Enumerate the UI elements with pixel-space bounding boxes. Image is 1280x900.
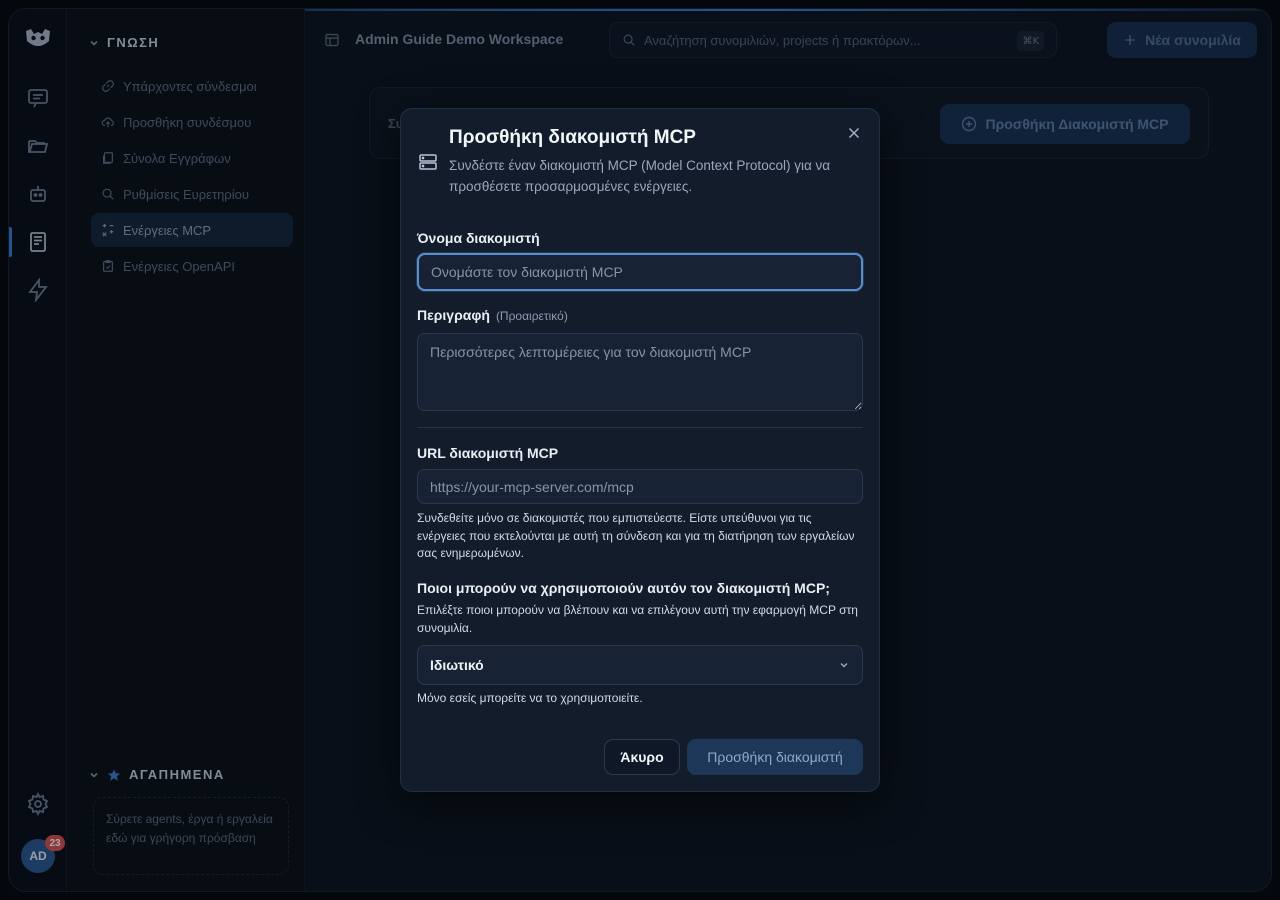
access-label: Ποιοι μπορούν να χρησιμοποιούν αυτόν τον… xyxy=(417,580,830,596)
server-name-label: Όνομα διακομιστή xyxy=(417,230,540,246)
add-mcp-server-dialog: Προσθήκη διακομιστή MCP Συνδέστε έναν δι… xyxy=(400,108,880,792)
description-label-text: Περιγραφή xyxy=(417,307,490,323)
description-textarea[interactable] xyxy=(417,333,863,411)
access-select[interactable]: Ιδιωτικό xyxy=(417,645,863,685)
server-name-input[interactable] xyxy=(417,253,863,291)
optional-hint: (Προαιρετικό) xyxy=(495,309,568,323)
access-note: Μόνο εσείς μπορείτε να το χρησιμοποιείτε… xyxy=(417,691,643,705)
access-selected-value: Ιδιωτικό xyxy=(430,657,484,673)
server-url-label: URL διακομιστή MCP xyxy=(417,445,559,461)
close-icon xyxy=(848,127,860,138)
chevron-down-icon xyxy=(840,663,848,668)
add-server-button[interactable]: Προσθήκη διακομιστή xyxy=(687,739,863,775)
access-help-text: Επιλέξτε ποιοι μπορούν να βλέπουν και να… xyxy=(417,603,858,635)
dialog-subtitle: Συνδέστε έναν διακομιστή MCP (Model Cont… xyxy=(449,158,831,194)
server-icon xyxy=(419,154,437,170)
section-divider xyxy=(417,427,863,428)
description-label: Περιγραφή (Προαιρετικό) xyxy=(417,307,568,323)
close-button[interactable] xyxy=(845,125,863,143)
cancel-button[interactable]: Άκυρο xyxy=(604,739,680,775)
server-url-input[interactable] xyxy=(417,469,863,504)
dialog-title: Προσθήκη διακομιστή MCP xyxy=(449,127,696,148)
url-help-text: Συνδεθείτε μόνο σε διακομιστές που εμπισ… xyxy=(417,511,855,560)
